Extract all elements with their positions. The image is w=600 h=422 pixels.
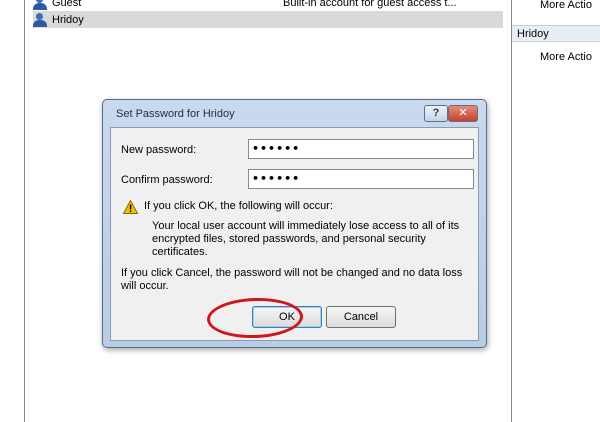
new-password-label: New password:: [121, 144, 197, 156]
user-name: Hridoy: [52, 13, 84, 26]
confirm-password-field[interactable]: ••••••: [248, 169, 474, 189]
actions-pane: More Actio Hridoy More Actio: [512, 0, 600, 422]
consequence-text: Your local user account will immediately…: [152, 220, 460, 258]
help-button[interactable]: ?: [424, 105, 448, 122]
dialog-titlebar[interactable]: Set Password for Hridoy ? ✕: [103, 100, 486, 128]
close-icon: ✕: [458, 107, 468, 119]
user-description: Built-in account for guest access t...: [283, 0, 457, 9]
list-item-guest[interactable]: Guest Built-in account for guest access …: [33, 0, 503, 11]
cancel-button[interactable]: Cancel: [326, 306, 396, 328]
user-icon: [33, 12, 49, 27]
more-actions-link[interactable]: More Actio: [540, 0, 592, 11]
warning-heading: If you click OK, the following will occu…: [144, 200, 333, 212]
new-password-field[interactable]: ••••••: [248, 139, 474, 159]
close-button[interactable]: ✕: [448, 105, 478, 122]
more-actions-link[interactable]: More Actio: [540, 51, 592, 63]
confirm-password-label: Confirm password:: [121, 174, 213, 186]
user-icon: [33, 0, 49, 10]
help-icon: ?: [432, 107, 440, 119]
actions-section-header: Hridoy: [512, 25, 600, 42]
dialog-title: Set Password for Hridoy: [116, 108, 235, 120]
cancel-note: If you click Cancel, the password will n…: [121, 267, 463, 292]
user-name: Guest: [52, 0, 82, 9]
warning-icon: [123, 200, 138, 214]
list-item-hridoy[interactable]: Hridoy: [33, 11, 503, 28]
